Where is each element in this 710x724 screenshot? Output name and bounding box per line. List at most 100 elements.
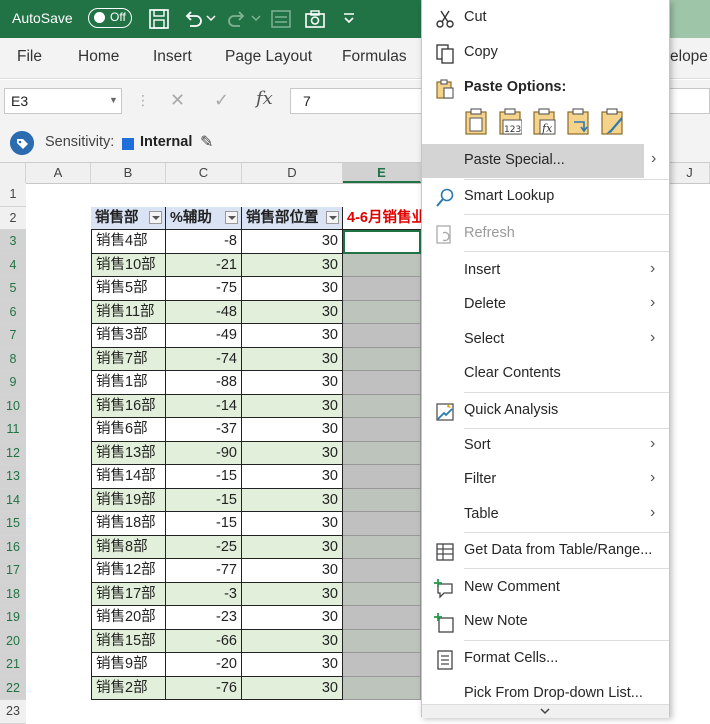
paste-values-icon[interactable]: 123	[498, 108, 522, 136]
row-header[interactable]: 15	[0, 512, 26, 536]
sensitivity-tag-icon[interactable]	[10, 131, 34, 155]
column-header-b[interactable]: B	[91, 163, 166, 183]
column-header-e[interactable]: E	[343, 163, 421, 183]
row-header[interactable]: 14	[0, 488, 26, 512]
cell-dept[interactable]: 销售20部	[91, 606, 166, 630]
row-header[interactable]: 4	[0, 253, 26, 277]
cell-aux[interactable]: -25	[166, 535, 242, 559]
drag-handle-icon[interactable]: ⋮	[136, 92, 150, 109]
header-dept-position[interactable]: 销售部位置	[242, 206, 343, 230]
autosave-toggle[interactable]: Off	[88, 8, 132, 28]
cell-position[interactable]: 30	[242, 512, 343, 536]
filter-dropdown-icon[interactable]	[326, 210, 339, 224]
menu-item-insert[interactable]: Insert ›	[422, 255, 669, 287]
row-header[interactable]: 21	[0, 653, 26, 677]
cell-aux[interactable]: -88	[166, 371, 242, 395]
column-header-j[interactable]: J	[670, 163, 710, 183]
menu-item-sort[interactable]: Sort ›	[422, 430, 669, 462]
row-header[interactable]: 16	[0, 535, 26, 559]
menu-item-select[interactable]: Select ›	[422, 324, 669, 356]
column-header-a[interactable]: A	[26, 163, 91, 183]
menu-scroll-down[interactable]	[422, 704, 669, 718]
menu-item-copy[interactable]: Copy	[422, 37, 669, 69]
cell-dept[interactable]: 销售19部	[91, 488, 166, 512]
cell-sales[interactable]	[343, 324, 421, 348]
cell-sales[interactable]	[343, 300, 421, 324]
cell-sales[interactable]	[343, 277, 421, 301]
name-box[interactable]: E3 ▼	[4, 88, 122, 114]
menu-item-new-comment[interactable]: New Comment	[422, 572, 669, 604]
chevron-right-icon[interactable]: ›	[651, 150, 656, 168]
cell-dept[interactable]: 销售6部	[91, 418, 166, 442]
edit-pencil-icon[interactable]: ✎	[200, 132, 213, 152]
cell-dept[interactable]: 销售15部	[91, 629, 166, 653]
tab-home[interactable]: Home	[78, 48, 119, 66]
cell-position[interactable]: 30	[242, 535, 343, 559]
cell-sales[interactable]	[343, 535, 421, 559]
cell-aux[interactable]: -75	[166, 277, 242, 301]
tab-page-layout[interactable]: Page Layout	[225, 48, 312, 66]
menu-item-paste-special[interactable]: Paste Special...	[422, 144, 644, 178]
undo-icon[interactable]	[182, 8, 204, 30]
cell-sales[interactable]	[343, 676, 421, 700]
cell-sales[interactable]	[343, 253, 421, 277]
cell-sales[interactable]	[343, 582, 421, 606]
form-icon[interactable]	[270, 8, 292, 30]
row-header[interactable]: 23	[0, 700, 26, 724]
row-header[interactable]: 12	[0, 441, 26, 465]
cell-dept[interactable]: 销售18部	[91, 512, 166, 536]
menu-item-smart-lookup[interactable]: Smart Lookup	[422, 181, 669, 213]
cell-position[interactable]: 30	[242, 253, 343, 277]
cell-dept[interactable]: 销售10部	[91, 253, 166, 277]
cell-sales[interactable]	[343, 371, 421, 395]
cell-dept[interactable]: 销售2部	[91, 676, 166, 700]
enter-icon[interactable]: ✓	[214, 90, 229, 111]
cell-aux[interactable]: -20	[166, 653, 242, 677]
cell-dept[interactable]: 销售17部	[91, 582, 166, 606]
tab-file[interactable]: File	[17, 48, 42, 66]
row-header[interactable]: 10	[0, 394, 26, 418]
cell-aux[interactable]: -15	[166, 465, 242, 489]
cell-dept[interactable]: 销售12部	[91, 559, 166, 583]
row-header[interactable]: 13	[0, 465, 26, 489]
menu-item-table[interactable]: Table ›	[422, 499, 669, 531]
paste-formulas-icon[interactable]: fx	[532, 108, 556, 136]
cell-position[interactable]: 30	[242, 347, 343, 371]
row-header[interactable]: 9	[0, 371, 26, 395]
filter-dropdown-icon[interactable]	[149, 210, 162, 224]
row-header[interactable]: 3	[0, 230, 26, 254]
cell-aux[interactable]: -48	[166, 300, 242, 324]
cell-sales[interactable]	[343, 394, 421, 418]
cell-aux[interactable]: -66	[166, 629, 242, 653]
cell-position[interactable]: 30	[242, 629, 343, 653]
cell-sales[interactable]	[343, 606, 421, 630]
filter-dropdown-icon[interactable]	[225, 210, 238, 224]
cell-position[interactable]: 30	[242, 230, 343, 254]
redo-dropdown-icon[interactable]	[251, 14, 261, 22]
cell-position[interactable]: 30	[242, 465, 343, 489]
menu-item-cut[interactable]: Cut	[422, 2, 669, 34]
cell-aux[interactable]: -77	[166, 559, 242, 583]
cell-dept[interactable]: 销售14部	[91, 465, 166, 489]
cell-dept[interactable]: 销售11部	[91, 300, 166, 324]
cell-dept[interactable]: 销售13部	[91, 441, 166, 465]
paste-icon[interactable]	[464, 108, 488, 136]
cell-position[interactable]: 30	[242, 606, 343, 630]
cell-aux[interactable]: -3	[166, 582, 242, 606]
row-header[interactable]: 7	[0, 324, 26, 348]
cell-position[interactable]: 30	[242, 676, 343, 700]
insert-function-icon[interactable]: fx	[256, 88, 273, 109]
cell-sales[interactable]	[343, 512, 421, 536]
cell-sales[interactable]	[343, 418, 421, 442]
cell-aux[interactable]: -14	[166, 394, 242, 418]
cell-aux[interactable]: -76	[166, 676, 242, 700]
menu-item-get-data[interactable]: Get Data from Table/Range...	[422, 535, 669, 567]
cell-position[interactable]: 30	[242, 582, 343, 606]
row-header[interactable]: 8	[0, 347, 26, 371]
redo-icon[interactable]	[226, 8, 248, 30]
cell-position[interactable]: 30	[242, 324, 343, 348]
menu-item-format-cells[interactable]: Format Cells...	[422, 643, 669, 675]
cell-sales[interactable]	[343, 441, 421, 465]
menu-item-filter[interactable]: Filter ›	[422, 464, 669, 496]
cell-position[interactable]: 30	[242, 653, 343, 677]
